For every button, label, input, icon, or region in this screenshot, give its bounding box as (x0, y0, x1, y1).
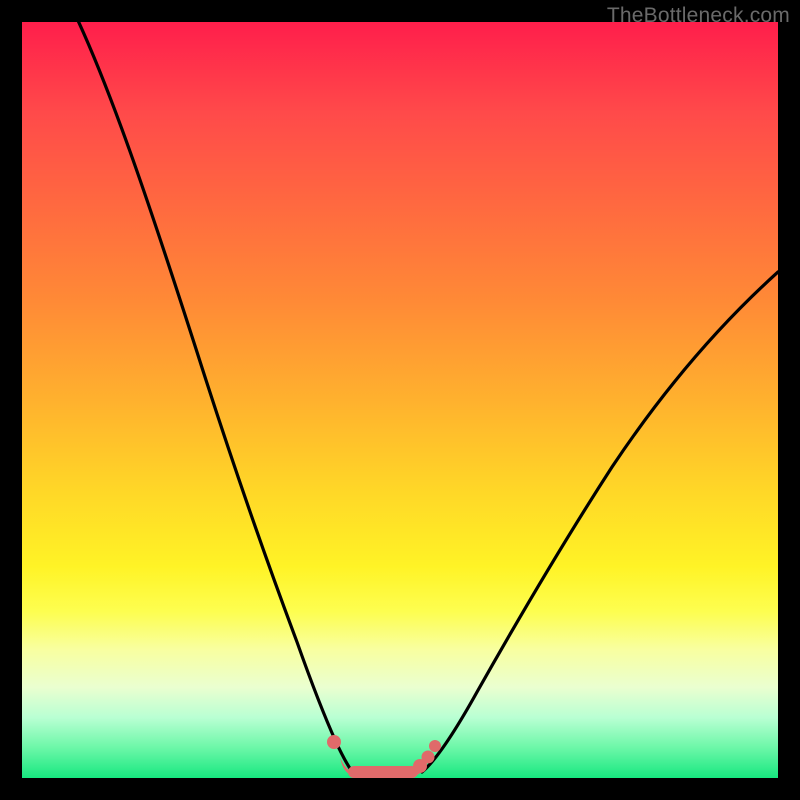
chart-stage: TheBottleneck.com (0, 0, 800, 800)
curves-layer (22, 22, 778, 778)
plot-area (22, 22, 778, 778)
watermark-text: TheBottleneck.com (607, 4, 790, 28)
bottleneck-curve-left (74, 22, 351, 770)
bottleneck-curve-right (422, 272, 778, 772)
